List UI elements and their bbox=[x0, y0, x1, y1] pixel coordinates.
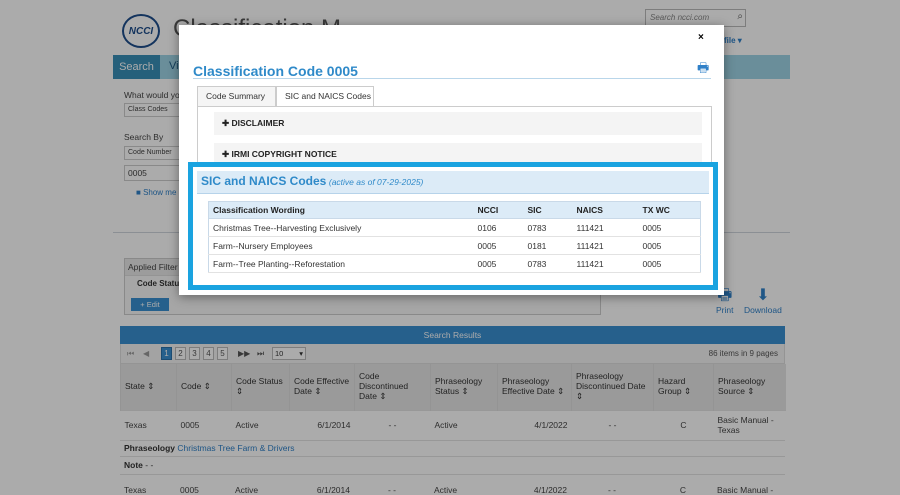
table-row: Farm--Tree Planting--Reforestation 0005 … bbox=[208, 254, 701, 273]
col-sic: SIC bbox=[523, 201, 573, 219]
modal-title: Classification Code 0005 bbox=[193, 63, 358, 79]
title-divider bbox=[193, 78, 711, 79]
table-row: Farm--Nursery Employees 0005 0181 111421… bbox=[208, 236, 701, 255]
close-icon[interactable]: × bbox=[698, 32, 704, 43]
sic-naics-header: SIC and NAICS Codes (active as of 07-29-… bbox=[197, 171, 709, 194]
sic-naics-title: SIC and NAICS Codes bbox=[201, 174, 327, 188]
disclaimer-label: DISCLAIMER bbox=[231, 118, 285, 128]
tab-code-summary[interactable]: Code Summary bbox=[197, 86, 276, 107]
tab-sic-naics[interactable]: SIC and NAICS Codes bbox=[276, 86, 374, 107]
col-classification-wording: Classification Wording bbox=[208, 201, 474, 219]
copyright-label: IRMI COPYRIGHT NOTICE bbox=[231, 149, 337, 159]
disclaimer-accordion[interactable]: ✚ DISCLAIMER bbox=[214, 112, 702, 135]
col-naics: NAICS bbox=[572, 201, 639, 219]
col-tx-wc: TX WC bbox=[638, 201, 701, 219]
sic-naics-table: Classification Wording NCCI SIC NAICS TX… bbox=[208, 201, 701, 273]
sic-naics-subtitle: (active as of 07-29-2025) bbox=[328, 177, 424, 187]
col-ncci: NCCI bbox=[473, 201, 524, 219]
table-row: Christmas Tree--Harvesting Exclusively 0… bbox=[208, 218, 701, 237]
sic-naics-section: SIC and NAICS Codes (active as of 07-29-… bbox=[188, 162, 718, 290]
